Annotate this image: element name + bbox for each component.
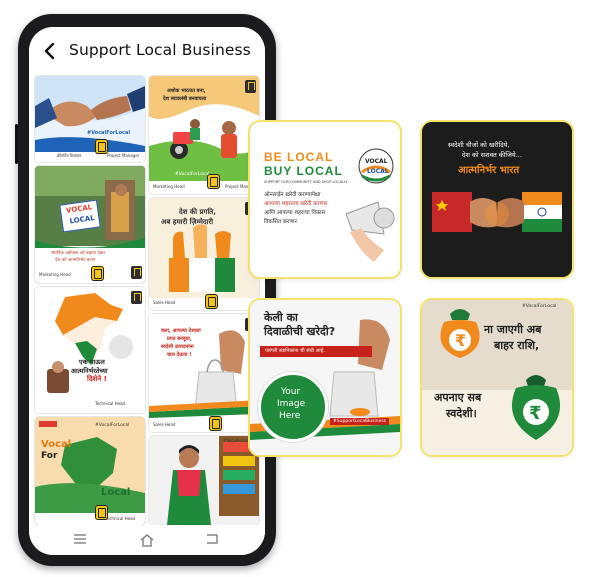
- card-headline: स्वदेशी चीजों को खरीदिये,: [448, 141, 510, 149]
- card-headline: ना जाएगी अब: [484, 323, 542, 336]
- card-headline: BE LOCAL: [264, 150, 334, 164]
- card-body-text: ऑनलाईन खरेदी करण्यापेक्षा: [264, 192, 321, 198]
- card-hashtag: #VocalForLocal: [522, 304, 557, 309]
- vocal-badge-text: LOCAL: [367, 168, 389, 175]
- tile-caption: दिशेने !: [87, 375, 107, 383]
- svg-text:₹: ₹: [529, 403, 542, 424]
- template-card-diwali[interactable]: केली का दिवाळीची खरेदी? पारंपरी स्थानिका…: [250, 300, 400, 455]
- bookmark-icon[interactable]: [131, 291, 142, 304]
- tile-footer-label: Technical Head: [105, 516, 136, 521]
- copy-icon[interactable]: [205, 294, 218, 309]
- card-subline: SUPPORT OUR COMMUNITY AND SHOP LOCALLY: [264, 180, 348, 184]
- tile-caption: स्वदेशी उत्पादनांना: [161, 344, 194, 350]
- copy-icon[interactable]: [207, 174, 220, 189]
- image-placeholder[interactable]: Your Image Here: [258, 372, 328, 442]
- tile-caption: चला, आपल्या देशाला: [161, 328, 201, 334]
- tile-caption: #VocalForLocal: [87, 130, 131, 136]
- template-tile[interactable]: #VocalForLocal Project Manager क्रीएटिव …: [35, 76, 145, 162]
- bookmark-icon[interactable]: [131, 266, 142, 279]
- tile-caption: Local: [101, 487, 131, 498]
- svg-text:₹: ₹: [455, 331, 466, 350]
- india-map-illustration: [35, 287, 145, 413]
- template-tile[interactable]: देश की प्रगति, अब हमारी ज़िम्मेदारी Sale…: [149, 198, 259, 310]
- card-body-text: विकसित करणार: [264, 219, 297, 225]
- vocal-badge-text: VOCAL: [365, 158, 388, 165]
- volume-button: [15, 124, 18, 164]
- card-headline: देश को सशक्त कीजिये...: [462, 151, 522, 159]
- template-card-rupee[interactable]: ₹ ₹ #VocalForLocal ना जाएगी अब बाहर राशि…: [422, 300, 572, 455]
- handshake-illustration: [35, 76, 145, 162]
- tile-footer-label: Marketing Head: [39, 272, 71, 277]
- tile-caption: आत्मनिर्भरतेच्या: [71, 367, 108, 375]
- farm-map-illustration: [35, 417, 145, 525]
- card-banner-text: पारंपरी स्थानिकांना ची संधी आहे.: [265, 348, 325, 354]
- tile-footer-label: Sales Head: [153, 300, 176, 305]
- tile-caption: For: [41, 451, 58, 461]
- template-grid: #VocalForLocal Project Manager क्रीएटिव …: [33, 73, 261, 525]
- tile-footer-label: Project Manager: [107, 153, 140, 158]
- tile-footer-label: Sales Head: [153, 422, 176, 427]
- placeholder-text: Your: [281, 387, 301, 397]
- tile-caption: देश स्वावलंबी बनवायला: [163, 96, 207, 102]
- home-icon[interactable]: [139, 533, 155, 550]
- tile-hashtag: #VocalForLocal: [175, 172, 210, 177]
- menu-icon[interactable]: [73, 533, 87, 548]
- card-headline: स्वदेशी।: [446, 407, 477, 420]
- tile-hashtag: #VocalForLocal: [95, 423, 130, 428]
- card-headline: बाहर राशि,: [494, 339, 540, 352]
- copy-icon[interactable]: [209, 416, 222, 431]
- tile-footer-label: Technical Head: [95, 401, 126, 406]
- phone-frame: Support Local Business #VocalForLocal Pr…: [15, 14, 276, 566]
- tile-caption: प्रगत बनवूया,: [167, 336, 192, 342]
- card-body-text: आपल्या शहरातच खरेदी करणार: [264, 201, 328, 207]
- copy-icon[interactable]: [95, 139, 108, 154]
- card-banner: पारंपरी स्थानिकांना ची संधी आहे.: [260, 346, 372, 357]
- template-tile[interactable]: चला, आपल्या देशाला प्रगत बनवूया, स्वदेशी…: [149, 314, 259, 432]
- copy-icon[interactable]: [91, 266, 104, 281]
- card-hashtag: #SupportLocalBusiness: [330, 418, 390, 425]
- app-header: Support Local Business: [29, 27, 265, 73]
- card-headline: केली का: [264, 311, 298, 324]
- badge-text: LOCAL: [69, 214, 96, 226]
- back-nav-icon[interactable]: [205, 533, 219, 548]
- tile-footer-label: क्रीएटिव डिज़ाइन: [57, 153, 82, 158]
- template-card-be-local[interactable]: BE LOCAL BUY LOCAL SUPPORT OUR COMMUNITY…: [250, 122, 400, 277]
- card-headline: दिवाळीची खरेदी?: [264, 325, 336, 338]
- placeholder-text: Image: [277, 399, 306, 409]
- bookmark-icon[interactable]: [245, 80, 256, 93]
- badge-text: VOCAL: [65, 203, 93, 215]
- tile-caption: अब हमारी ज़िम्मेदारी: [161, 218, 214, 226]
- template-tile[interactable]: Vocal For Local #VocalForLocal Technical…: [35, 417, 145, 525]
- template-tile[interactable]: एक पाऊल आत्मनिर्भरतेच्या दिशेने ! Techni…: [35, 287, 145, 413]
- card-headline: BUY LOCAL: [264, 164, 343, 178]
- phone-screen: Support Local Business #VocalForLocal Pr…: [29, 27, 265, 555]
- tile-footer-label: Marketing Head: [153, 184, 185, 189]
- android-nav-bar: [29, 525, 265, 555]
- card-title: आत्मनिर्भर भारत: [458, 165, 520, 176]
- template-tile[interactable]: #VocalForLocal: [149, 436, 259, 525]
- tile-caption: देश को आत्मनिर्भर बनाए: [55, 258, 96, 263]
- tile-caption: देश की प्रगति,: [179, 208, 216, 216]
- template-tile[interactable]: VOCAL LOCAL स्थानिक उद्योजक को बढ़ावा दे…: [35, 166, 145, 283]
- page-title: Support Local Business: [69, 41, 251, 59]
- template-tile[interactable]: अशोक भारतात बना, देश स्वावलंबी बनवायला #…: [149, 76, 259, 194]
- card-body-text: आणि आपल्या शहराचा विकास: [264, 210, 326, 216]
- tile-caption: अशोक भारतात बना,: [167, 88, 206, 94]
- template-card-aatmanirbhar[interactable]: स्वदेशी चीजों को खरीदिये, देश को सशक्त क…: [422, 122, 572, 277]
- vocal-local-badge: VOCAL LOCAL: [59, 199, 101, 233]
- tile-caption: एक पाऊल: [79, 358, 105, 366]
- card-headline: अपनाए सब: [434, 391, 482, 404]
- copy-icon[interactable]: [95, 505, 108, 520]
- arrow-left-icon[interactable]: [39, 40, 61, 62]
- tile-caption: स्थानिक उद्योजक को बढ़ावा देकर: [51, 251, 106, 256]
- woman-shop-photo: [149, 436, 259, 525]
- placeholder-text: Here: [279, 411, 301, 421]
- tile-caption: चाल देऊया !: [167, 352, 192, 358]
- tile-caption: Vocal: [41, 439, 72, 450]
